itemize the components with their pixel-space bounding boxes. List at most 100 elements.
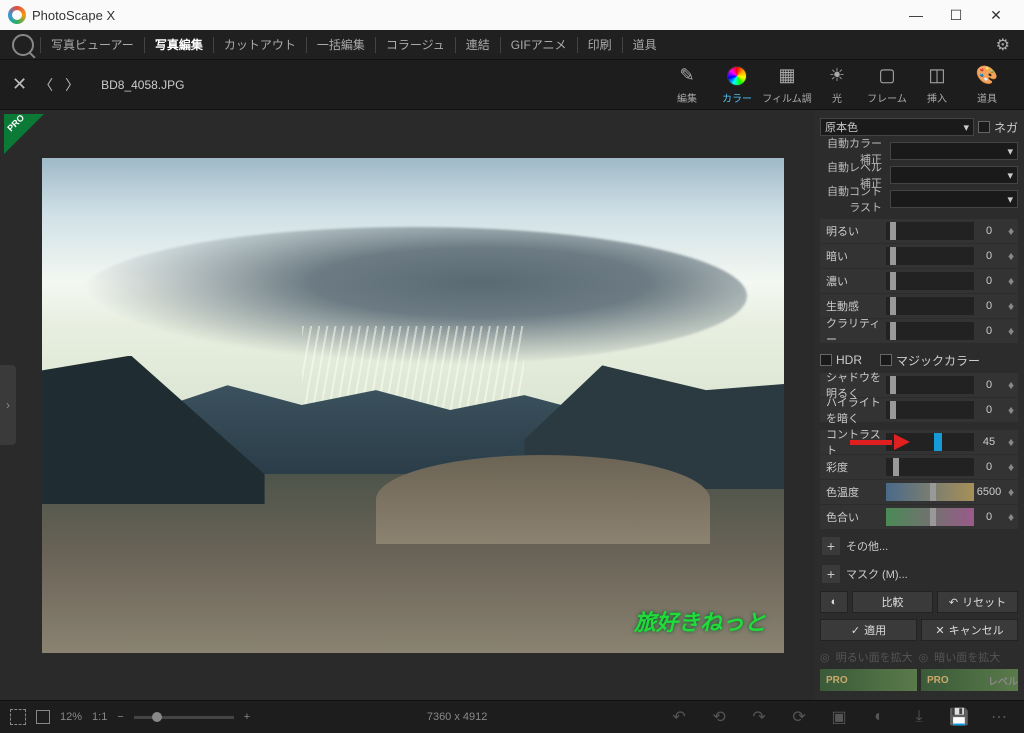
nega-checkbox[interactable] bbox=[978, 121, 990, 133]
slider-暗い[interactable]: 暗い 0 ♦ bbox=[820, 244, 1018, 268]
slider-コントラスト[interactable]: コントラスト 45 ♦ bbox=[820, 430, 1018, 454]
main-menu: 写真ビューアー 写真編集 カットアウト 一括編集 コラージュ 連結 GIFアニメ… bbox=[0, 30, 1024, 60]
stepper-icon[interactable]: ♦ bbox=[1004, 249, 1018, 263]
stepper-icon[interactable]: ♦ bbox=[1004, 378, 1018, 392]
zoom-in[interactable]: + bbox=[244, 711, 250, 723]
tool-insert[interactable]: ◫挿入 bbox=[912, 65, 962, 105]
stepper-icon[interactable]: ♦ bbox=[1004, 460, 1018, 474]
settings-gear-icon[interactable]: ⚙ bbox=[988, 35, 1018, 55]
plus-icon: + bbox=[822, 537, 840, 555]
stepper-icon[interactable]: ♦ bbox=[1004, 224, 1018, 238]
menu-cutout[interactable]: カットアウト bbox=[214, 32, 306, 57]
mask-row[interactable]: +マスク (M)... bbox=[820, 563, 1018, 585]
pro-thumb-2[interactable]: PROレベル bbox=[921, 669, 1018, 691]
auto-color-dropdown[interactable]: ▾ bbox=[890, 142, 1018, 160]
slider-彩度[interactable]: 彩度 0 ♦ bbox=[820, 455, 1018, 479]
palette-icon: 🎨 bbox=[976, 65, 998, 87]
sidebar-expand-handle[interactable]: › bbox=[0, 365, 16, 445]
image-dimensions: 7360 x 4912 bbox=[427, 711, 488, 723]
bg-toggle[interactable] bbox=[36, 710, 50, 724]
edit-icon: ✎ bbox=[676, 65, 698, 87]
close-button[interactable]: ✕ bbox=[976, 7, 1016, 24]
disabled-bright-expand: ◎ 明るい面を拡大 ◎ 暗い面を拡大 bbox=[820, 647, 1018, 667]
hdr-label: HDR bbox=[836, 353, 862, 367]
redo-icon[interactable]: ↷ bbox=[744, 707, 774, 727]
color-wheel-icon bbox=[726, 65, 748, 87]
split-view-button[interactable]: ◐ bbox=[820, 591, 848, 613]
tool-film[interactable]: ▦フィルム調 bbox=[762, 65, 812, 105]
nega-label: ネガ bbox=[994, 119, 1018, 136]
menu-combine[interactable]: 連結 bbox=[456, 32, 500, 57]
insert-icon: ◫ bbox=[926, 65, 948, 87]
tool-tools[interactable]: 🎨道具 bbox=[962, 65, 1012, 105]
slider-色合い[interactable]: 色合い 0 ♦ bbox=[820, 505, 1018, 529]
apply-button[interactable]: ✓ 適用 bbox=[820, 619, 917, 641]
menu-print[interactable]: 印刷 bbox=[578, 32, 622, 57]
menu-editor[interactable]: 写真編集 bbox=[145, 32, 213, 57]
slider-ハイライトを暗く[interactable]: ハイライトを暗く 0 ♦ bbox=[820, 398, 1018, 422]
menu-viewer[interactable]: 写真ビューアー bbox=[41, 32, 144, 57]
minimize-button[interactable]: — bbox=[896, 7, 936, 23]
slider-濃い[interactable]: 濃い 0 ♦ bbox=[820, 269, 1018, 293]
tool-light[interactable]: ☀光 bbox=[812, 65, 862, 105]
menu-collage[interactable]: コラージュ bbox=[376, 32, 455, 57]
original-icon[interactable]: ▣ bbox=[824, 707, 854, 727]
slider-色温度[interactable]: 色温度 6500 ♦ bbox=[820, 480, 1018, 504]
prev-file-button[interactable]: 〈 bbox=[39, 75, 53, 95]
status-bar: 12% 1:1 − + 7360 x 4912 ↶ ⟲ ↷ ⟳ ▣ ◐ ⤓ 💾 … bbox=[0, 700, 1024, 733]
zoom-out[interactable]: − bbox=[117, 711, 123, 723]
photo-watermark: 旅好きねっと bbox=[634, 605, 766, 637]
main-area: PRO › 旅好きねっと 原本色▾ ネガ 自動カラー補正▾ 自動レベル補正▾ 自… bbox=[0, 110, 1024, 700]
magic-checkbox[interactable] bbox=[880, 354, 892, 366]
zoom-slider[interactable] bbox=[134, 716, 234, 719]
close-file-button[interactable]: ✕ bbox=[12, 74, 27, 95]
export-icon[interactable]: ⤓ bbox=[904, 708, 934, 726]
maximize-button[interactable]: ☐ bbox=[936, 7, 976, 24]
compare-button[interactable]: 比較 bbox=[852, 591, 933, 613]
slider-クラリティー[interactable]: クラリティー 0 ♦ bbox=[820, 319, 1018, 343]
other-row[interactable]: +その他... bbox=[820, 535, 1018, 557]
stepper-icon[interactable]: ♦ bbox=[1004, 510, 1018, 524]
fit-button[interactable]: 1:1 bbox=[92, 711, 107, 723]
editor-toolbar: ✕ 〈 〉 BD8_4058.JPG ✎編集 カラー ▦フィルム調 ☀光 ▢フレ… bbox=[0, 60, 1024, 110]
more-icon[interactable]: ⋯ bbox=[984, 707, 1014, 727]
reset-button[interactable]: ↶ リセット bbox=[937, 591, 1018, 613]
frame-icon: ▢ bbox=[876, 65, 898, 87]
zoom-percent: 12% bbox=[60, 711, 82, 723]
tool-color[interactable]: カラー bbox=[712, 65, 762, 105]
slider-明るい[interactable]: 明るい 0 ♦ bbox=[820, 219, 1018, 243]
save-icon[interactable]: 💾 bbox=[944, 707, 974, 727]
auto-level-dropdown[interactable]: ▾ bbox=[890, 166, 1018, 184]
pro-badge: PRO bbox=[4, 114, 44, 154]
stepper-icon[interactable]: ♦ bbox=[1004, 299, 1018, 313]
auto-contrast-dropdown[interactable]: ▾ bbox=[890, 190, 1018, 208]
magic-label: マジックカラー bbox=[896, 352, 980, 369]
grid-toggle[interactable] bbox=[10, 709, 26, 725]
pro-thumb-1[interactable]: PRO bbox=[820, 669, 917, 691]
stepper-icon[interactable]: ♦ bbox=[1004, 485, 1018, 499]
cancel-button[interactable]: ✕ キャンセル bbox=[921, 619, 1018, 641]
film-icon: ▦ bbox=[776, 65, 798, 87]
auto-contrast-label: 自動コントラスト bbox=[820, 183, 886, 215]
tool-edit[interactable]: ✎編集 bbox=[662, 65, 712, 105]
tool-frame[interactable]: ▢フレーム bbox=[862, 65, 912, 105]
next-file-button[interactable]: 〉 bbox=[65, 75, 79, 95]
hdr-checkbox[interactable] bbox=[820, 354, 832, 366]
undo-icon[interactable]: ↶ bbox=[664, 707, 694, 727]
history-icon[interactable]: ⟳ bbox=[784, 707, 814, 727]
preset-dropdown[interactable]: 原本色▾ bbox=[820, 118, 974, 136]
stepper-icon[interactable]: ♦ bbox=[1004, 274, 1018, 288]
current-filename: BD8_4058.JPG bbox=[101, 78, 184, 92]
redo-all-icon[interactable]: ⟲ bbox=[704, 707, 734, 727]
menu-batch[interactable]: 一括編集 bbox=[307, 32, 375, 57]
stepper-icon[interactable]: ♦ bbox=[1004, 324, 1018, 338]
stepper-icon[interactable]: ♦ bbox=[1004, 403, 1018, 417]
stepper-icon[interactable]: ♦ bbox=[1004, 435, 1018, 449]
compare-icon[interactable]: ◐ bbox=[864, 708, 894, 726]
menu-tools[interactable]: 道具 bbox=[623, 32, 667, 57]
window-titlebar: PhotoScape X — ☐ ✕ bbox=[0, 0, 1024, 30]
photo-canvas[interactable]: 旅好きねっと bbox=[42, 158, 784, 653]
search-icon[interactable] bbox=[12, 34, 34, 56]
menu-gif[interactable]: GIFアニメ bbox=[501, 32, 577, 57]
color-panel: 原本色▾ ネガ 自動カラー補正▾ 自動レベル補正▾ 自動コントラスト▾ 明るい … bbox=[814, 110, 1024, 700]
